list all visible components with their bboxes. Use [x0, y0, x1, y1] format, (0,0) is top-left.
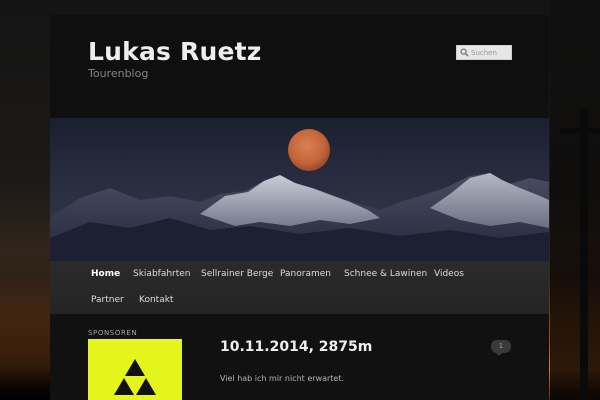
nav-item-videos[interactable]: Videos — [434, 269, 464, 279]
moon — [288, 129, 330, 171]
nav-item-sellrainer-berge[interactable]: Sellrainer Berge — [201, 269, 273, 279]
nav-item-panoramen[interactable]: Panoramen — [280, 269, 331, 279]
comment-count-badge[interactable]: 1 — [491, 340, 511, 356]
main-content: SPONSOREN 10.11.2014, 2875m 1 Viel hab i… — [50, 314, 549, 400]
site-title[interactable]: Lukas Ruetz — [88, 37, 262, 66]
fischer-triangle-logo — [114, 359, 156, 395]
main-navigation: Home Skiabfahrten Sellrainer Berge Panor… — [50, 261, 549, 314]
search-box[interactable] — [456, 45, 512, 60]
header-banner-image — [50, 118, 549, 261]
sponsor-heading: SPONSOREN — [88, 329, 138, 337]
background-pole — [580, 110, 588, 400]
nav-item-skiabfahrten[interactable]: Skiabfahrten — [133, 269, 191, 279]
post-title[interactable]: 10.11.2014, 2875m — [220, 339, 372, 355]
nav-item-partner[interactable]: Partner — [91, 295, 124, 305]
site-description: Tourenblog — [88, 67, 149, 80]
background-grass-left — [0, 250, 50, 400]
search-icon — [460, 48, 469, 57]
background-grass-right — [550, 0, 600, 400]
nav-item-schnee-lawinen[interactable]: Schnee & Lawinen — [344, 269, 427, 279]
background-pole-arm — [560, 128, 600, 134]
nav-item-kontakt[interactable]: Kontakt — [139, 295, 173, 305]
nav-item-home[interactable]: Home — [91, 269, 120, 279]
sponsor-logo[interactable] — [88, 339, 182, 400]
post-excerpt: Viel hab ich mir nicht erwartet. — [220, 374, 345, 383]
page-container: Lukas Ruetz Tourenblog Suchen Home Skiab… — [50, 15, 549, 400]
search-input[interactable] — [471, 46, 511, 59]
mountain-moon-image — [50, 129, 549, 261]
site-header: Lukas Ruetz Tourenblog — [50, 15, 549, 118]
